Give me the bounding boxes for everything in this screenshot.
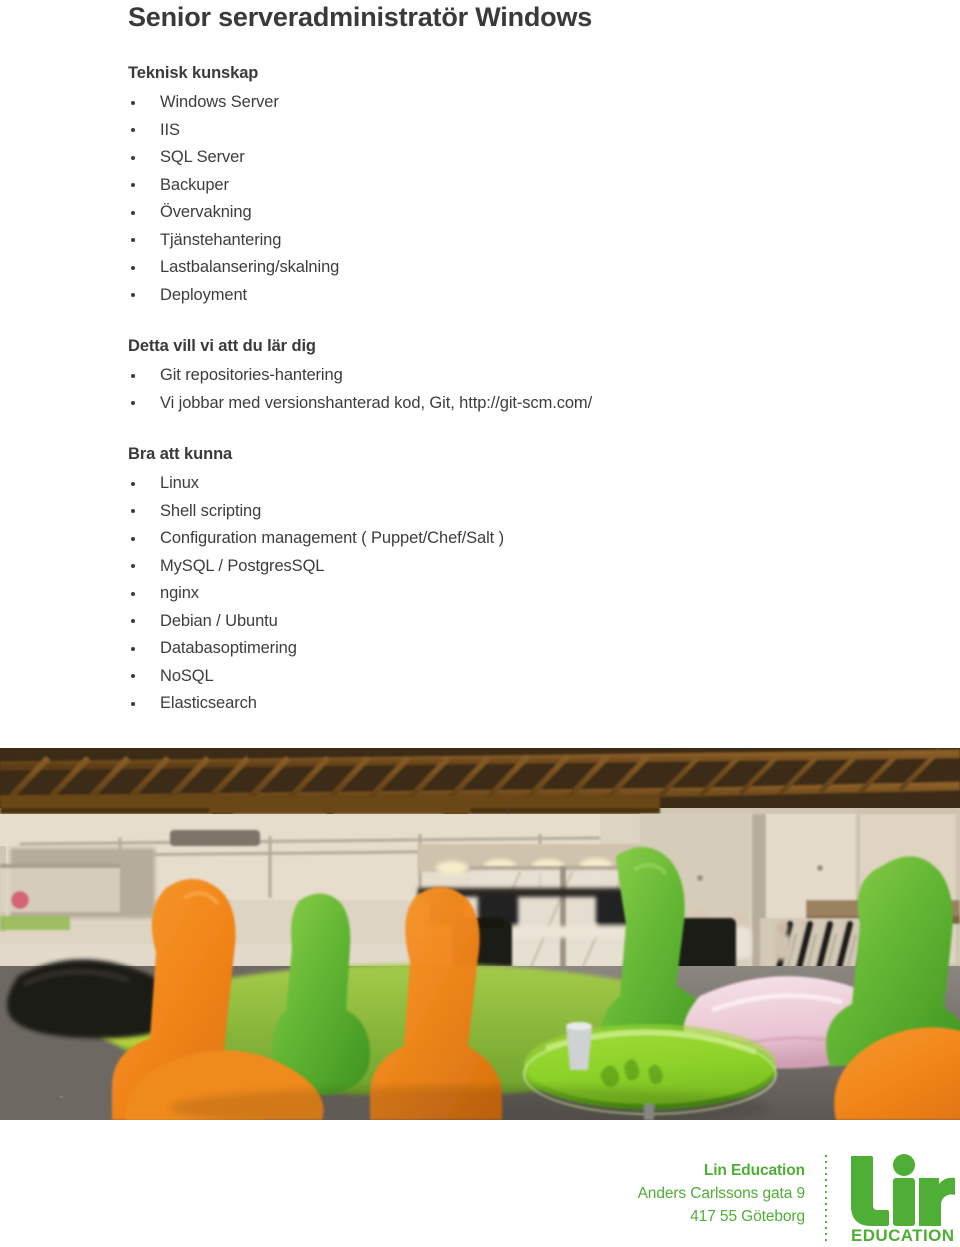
bullet-dot-icon (131, 401, 135, 406)
list-item-label: nginx (160, 584, 199, 602)
list-item: IIS (128, 117, 928, 145)
bullet-dot-icon (131, 210, 135, 215)
footer-street: Anders Carlssons gata 9 (637, 1185, 806, 1202)
list-item-label: Shell scripting (160, 501, 262, 520)
list-item-label: Elasticsearch (160, 694, 257, 712)
bullet-dot-icon (131, 591, 135, 596)
lin-education-logo: EDUCATION (847, 1152, 955, 1244)
list-item-label: Configuration management ( Puppet/Chef/S… (160, 529, 505, 547)
page-title: Senior serveradministratör Windows (128, 2, 593, 32)
bullet-dot-icon (131, 100, 135, 105)
section-teknisk-kunskap: Teknisk kunskap Windows Server IIS SQL S… (128, 62, 928, 309)
bullet-list: Linux Shell scripting Configuration mana… (128, 470, 928, 718)
list-item-label: IIS (160, 120, 180, 139)
list-item: Tjänstehantering (128, 227, 928, 255)
list-item-label: Lastbalansering/skalning (160, 258, 340, 277)
bullet-dot-icon (131, 265, 135, 270)
bullet-dot-icon (131, 155, 135, 160)
page-footer: Lin Education Anders Carlssons gata 9 41… (0, 1120, 960, 1247)
list-item-label: Deployment (160, 285, 248, 304)
list-item: Linux (128, 470, 928, 498)
list-item: Backuper (128, 172, 928, 200)
bullet-dot-icon (131, 183, 135, 188)
list-item: Deployment (128, 282, 928, 310)
footer-dotted-divider (825, 1155, 827, 1243)
list-item: Vi jobbar med versionshanterad kod, Git,… (128, 390, 928, 418)
list-item: Databasoptimering (128, 635, 928, 663)
bullet-dot-icon (131, 674, 135, 678)
document-content: Senior serveradministratör Windows Tekni… (128, 0, 928, 718)
bullet-dot-icon (131, 373, 135, 378)
bullet-dot-icon (131, 701, 135, 706)
list-item-label: Backuper (160, 175, 229, 194)
list-item: Debian / Ubuntu (128, 608, 928, 636)
footer-city: 417 55 Göteborg (690, 1208, 805, 1225)
list-item-label: SQL Server (160, 148, 245, 167)
bullet-dot-icon (131, 293, 135, 298)
list-item-label: NoSQL (160, 666, 214, 685)
list-item-label: MySQL / PostgresSQL (160, 556, 325, 575)
list-item: NoSQL (128, 663, 928, 691)
bullet-dot-icon (131, 646, 135, 651)
list-item-label: Linux (160, 474, 199, 492)
section-heading: Detta vill vi att du lär dig (128, 337, 316, 356)
list-item-label: Tjänstehantering (160, 230, 282, 249)
list-item: nginx (128, 580, 928, 608)
list-item: Elasticsearch (128, 690, 928, 718)
bullet-dot-icon (131, 238, 135, 243)
list-item: Övervakning (128, 199, 928, 227)
list-item-label: Windows Server (160, 93, 279, 112)
footer-company-name: Lin Education (703, 1162, 805, 1179)
list-item: Lastbalansering/skalning (128, 254, 928, 282)
bullet-dot-icon (131, 509, 135, 513)
office-photo (0, 748, 960, 1120)
list-item-label: Övervakning (160, 203, 252, 222)
bullet-dot-icon (131, 128, 135, 133)
logo-subtext: EDUCATION (851, 1226, 954, 1244)
bullet-dot-icon (131, 564, 135, 568)
list-item-label: Vi jobbar med versionshanterad kod, Git,… (160, 393, 593, 412)
list-item: MySQL / PostgresSQL (128, 553, 928, 581)
list-item-label: Debian / Ubuntu (160, 611, 278, 630)
bullet-dot-icon (131, 536, 135, 541)
list-item: Shell scripting (128, 498, 928, 526)
bullet-dot-icon (131, 619, 135, 623)
list-item: Windows Server (128, 89, 928, 117)
list-item: SQL Server (128, 144, 928, 172)
list-item: Configuration management ( Puppet/Chef/S… (128, 525, 928, 553)
bullet-list: Git repositories-hantering Vi jobbar med… (128, 362, 928, 417)
list-item-label: Git repositories-hantering (160, 366, 343, 385)
bullet-dot-icon (131, 481, 135, 486)
list-item-label: Databasoptimering (160, 639, 297, 657)
list-item: Git repositories-hantering (128, 362, 928, 390)
section-detta-vill-vi: Detta vill vi att du lär dig Git reposit… (128, 335, 928, 417)
footer-address: Lin Education Anders Carlssons gata 9 41… (637, 1159, 806, 1228)
section-bra-att-kunna: Bra att kunna Linux Shell scripting Conf… (128, 443, 928, 717)
section-heading: Bra att kunna (128, 445, 233, 464)
bullet-list: Windows Server IIS SQL Server Backuper Ö… (128, 89, 928, 309)
section-heading: Teknisk kunskap (128, 64, 259, 83)
